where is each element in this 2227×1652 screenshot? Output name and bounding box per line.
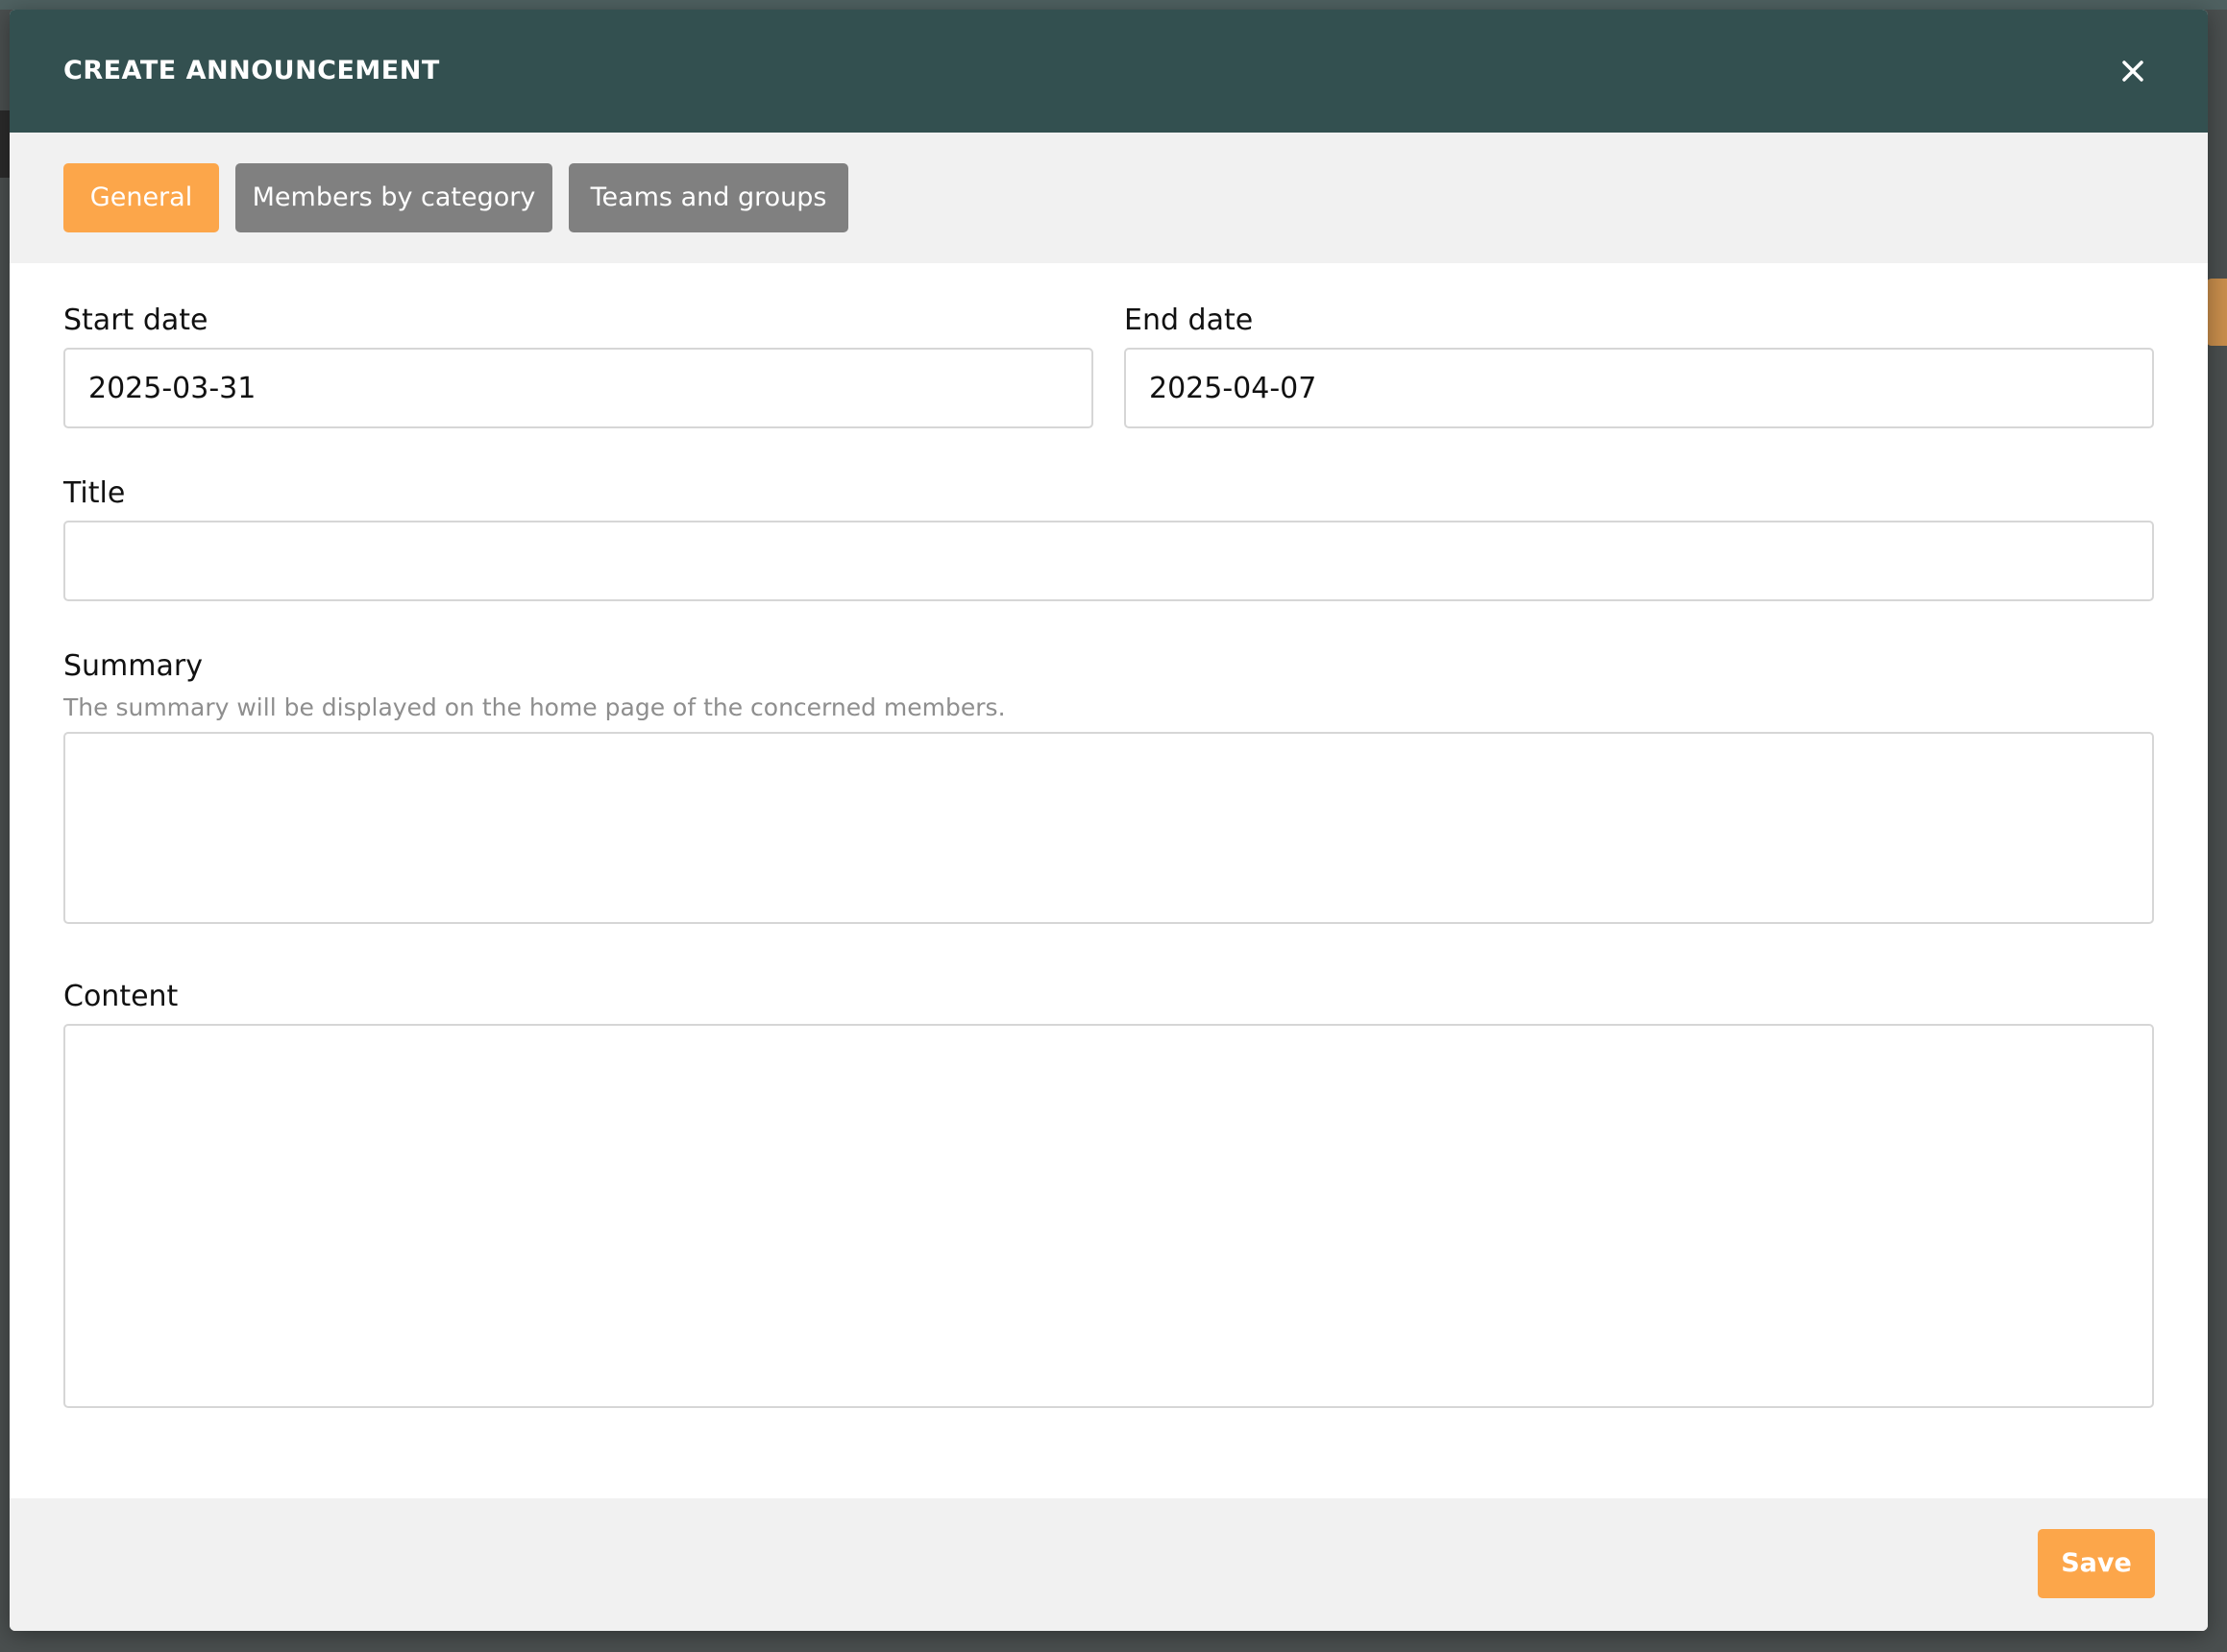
tab-members-by-category[interactable]: Members by category	[235, 163, 552, 232]
content-textarea[interactable]	[63, 1024, 2154, 1408]
close-button[interactable]	[2114, 52, 2152, 90]
title-input[interactable]	[63, 521, 2154, 601]
content-label: Content	[63, 980, 179, 1013]
tab-bar: General Members by category Teams and gr…	[10, 133, 2208, 263]
modal-title: CREATE ANNOUNCEMENT	[63, 56, 440, 85]
start-date-label: Start date	[63, 304, 208, 337]
tab-teams-and-groups[interactable]: Teams and groups	[569, 163, 848, 232]
title-label: Title	[63, 476, 126, 510]
summary-help-text: The summary will be displayed on the hom…	[63, 693, 1006, 721]
tab-general[interactable]: General	[63, 163, 219, 232]
modal-footer: Save	[10, 1498, 2208, 1631]
close-icon	[2122, 61, 2143, 82]
summary-textarea[interactable]	[63, 732, 2154, 924]
start-date-input[interactable]	[63, 348, 1093, 428]
background-orange-tab	[2206, 279, 2227, 346]
modal-header: CREATE ANNOUNCEMENT	[10, 10, 2208, 133]
end-date-label: End date	[1124, 304, 1254, 337]
end-date-input[interactable]	[1124, 348, 2154, 428]
save-button[interactable]: Save	[2038, 1529, 2155, 1598]
summary-label: Summary	[63, 649, 203, 683]
background-top-strip	[0, 0, 2227, 10]
background-edge-mark	[0, 110, 10, 178]
create-announcement-modal: CREATE ANNOUNCEMENT General Members by c…	[10, 10, 2208, 1631]
